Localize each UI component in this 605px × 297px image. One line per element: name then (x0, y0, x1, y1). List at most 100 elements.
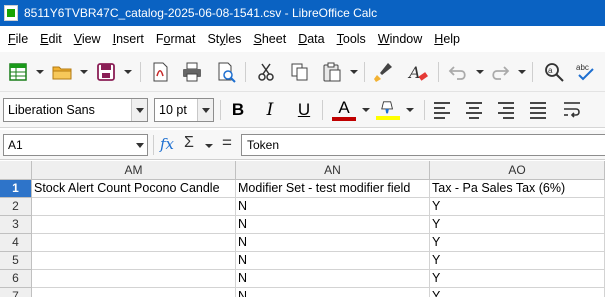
export-pdf-icon[interactable] (148, 60, 172, 84)
cell-an3[interactable]: N (236, 216, 430, 234)
font-size-box[interactable]: 10 pt (154, 98, 214, 122)
cut-icon[interactable] (254, 60, 278, 84)
redo-dropdown-icon[interactable] (518, 68, 526, 76)
undo-icon[interactable] (446, 60, 470, 84)
find-replace-icon[interactable]: a (542, 60, 566, 84)
menu-format[interactable]: Format (150, 32, 202, 46)
justify-icon[interactable] (526, 98, 550, 122)
open-folder-icon[interactable] (50, 60, 74, 84)
cell-am1[interactable]: Stock Alert Count Pocono Candle (32, 180, 236, 198)
chevron-down-icon[interactable] (131, 99, 147, 121)
row-header-5[interactable]: 5 (0, 252, 32, 270)
font-color-button[interactable]: A (332, 98, 356, 122)
align-left-icon[interactable] (430, 98, 454, 122)
cell-ao2[interactable]: Y (430, 198, 605, 216)
svg-text:abc: abc (576, 63, 589, 72)
cell-an7[interactable]: N (236, 288, 430, 297)
italic-button[interactable]: I (258, 98, 282, 122)
sum-icon[interactable]: Σ (184, 134, 194, 152)
cell-ao3[interactable]: Y (430, 216, 605, 234)
column-header-ao[interactable]: AO (430, 161, 605, 180)
align-right-icon[interactable] (494, 98, 518, 122)
menu-tools[interactable]: Tools (331, 32, 372, 46)
cell-an4[interactable]: N (236, 234, 430, 252)
toolbar-separator (438, 62, 439, 82)
row-header-6[interactable]: 6 (0, 270, 32, 288)
menu-label-rest: elp (443, 32, 461, 46)
cell-am5[interactable] (32, 252, 236, 270)
menu-view[interactable]: View (68, 32, 107, 46)
menu-help[interactable]: Help (428, 32, 466, 46)
cell-an1[interactable]: Modifier Set - test modifier field (236, 180, 430, 198)
row-header-3[interactable]: 3 (0, 216, 32, 234)
wrap-text-icon[interactable] (560, 98, 584, 122)
new-spreadsheet-icon[interactable] (6, 60, 30, 84)
cell-reference: A1 (8, 138, 23, 152)
cell-an5[interactable]: N (236, 252, 430, 270)
cell-ao4[interactable]: Y (430, 234, 605, 252)
redo-icon[interactable] (488, 60, 512, 84)
menu-file[interactable]: File (2, 32, 34, 46)
menu-label-rest: dit (48, 32, 62, 46)
underline-button[interactable]: U (292, 98, 316, 122)
sum-dropdown-icon[interactable] (205, 142, 213, 150)
align-center-icon[interactable] (462, 98, 486, 122)
row-header-7[interactable]: 7 (0, 288, 32, 297)
menu-window[interactable]: Window (372, 32, 428, 46)
svg-text:A: A (407, 63, 421, 82)
formula-equals-icon[interactable]: = (222, 133, 232, 153)
menu-label-rest: rmat (170, 32, 196, 46)
menu-insert[interactable]: Insert (107, 32, 150, 46)
spelling-icon[interactable]: abc (574, 60, 598, 84)
cell-an6[interactable]: N (236, 270, 430, 288)
menu-label-rest: indow (389, 32, 423, 46)
formula-input[interactable]: Token (241, 134, 605, 156)
font-name-box[interactable]: Liberation Sans (3, 98, 148, 122)
menu-edit[interactable]: Edit (34, 32, 68, 46)
cell-ao7[interactable]: Y (430, 288, 605, 297)
clone-formatting-icon[interactable] (372, 60, 396, 84)
menu-label-prefix: F (155, 32, 164, 46)
paste-dropdown-icon[interactable] (350, 68, 358, 76)
cell-am2[interactable] (32, 198, 236, 216)
bold-button[interactable]: B (226, 98, 250, 122)
highlight-button[interactable] (376, 98, 400, 122)
cell-ao5[interactable]: Y (430, 252, 605, 270)
cell-an2[interactable]: N (236, 198, 430, 216)
column-header-an[interactable]: AN (236, 161, 430, 180)
cell-am4[interactable] (32, 234, 236, 252)
menu-data[interactable]: Data (292, 32, 330, 46)
function-wizard-icon[interactable]: fx (160, 135, 174, 155)
chevron-down-icon[interactable] (197, 99, 213, 121)
undo-dropdown-icon[interactable] (476, 68, 484, 76)
row-header-2[interactable]: 2 (0, 198, 32, 216)
save-icon[interactable] (94, 60, 118, 84)
cell-am7[interactable] (32, 288, 236, 297)
chevron-down-icon[interactable] (132, 135, 147, 155)
copy-icon[interactable] (288, 60, 312, 84)
name-box[interactable]: A1 (3, 134, 148, 156)
cell-ao1[interactable]: Tax - Pa Sales Tax (6%) (430, 180, 605, 198)
calc-app-icon (4, 5, 18, 21)
menu-accelerator-key: V (73, 32, 82, 46)
toolbar-separator (220, 100, 221, 120)
select-all-corner[interactable] (0, 161, 32, 180)
print-icon[interactable] (180, 60, 204, 84)
menu-label-rest: les (225, 32, 242, 46)
save-dropdown-icon[interactable] (124, 68, 132, 76)
cell-am6[interactable] (32, 270, 236, 288)
menu-styles[interactable]: Styles (201, 32, 247, 46)
row-header-1[interactable]: 1 (0, 180, 32, 198)
paste-icon[interactable] (320, 60, 344, 84)
column-header-am[interactable]: AM (32, 161, 236, 180)
print-preview-icon[interactable] (214, 60, 238, 84)
highlight-dropdown-icon[interactable] (406, 106, 414, 114)
row-header-4[interactable]: 4 (0, 234, 32, 252)
open-dropdown-icon[interactable] (80, 68, 88, 76)
new-dropdown-icon[interactable] (36, 68, 44, 76)
menu-sheet[interactable]: Sheet (248, 32, 293, 46)
clear-formatting-icon[interactable]: A (406, 60, 430, 84)
font-color-dropdown-icon[interactable] (362, 106, 370, 114)
cell-ao6[interactable]: Y (430, 270, 605, 288)
cell-am3[interactable] (32, 216, 236, 234)
